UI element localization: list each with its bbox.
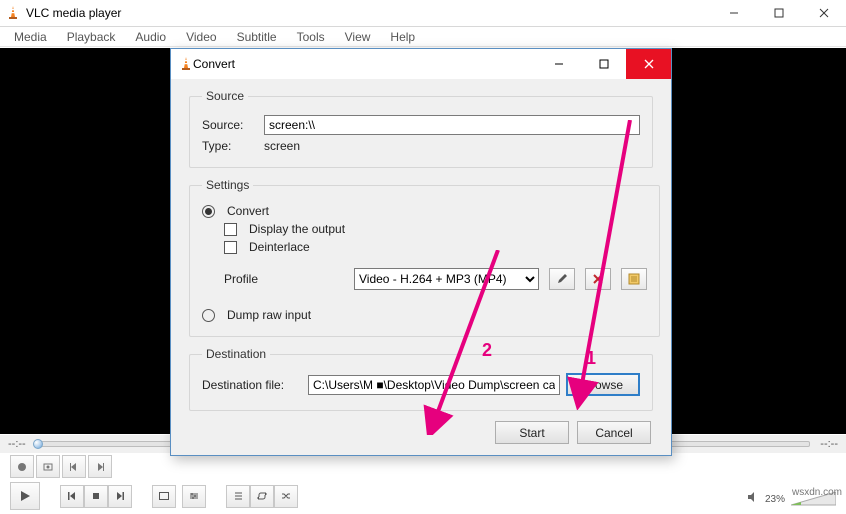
frame-back-button[interactable] <box>62 455 86 478</box>
deinterlace-checkbox[interactable] <box>224 241 237 254</box>
destination-file-input[interactable] <box>308 375 560 395</box>
menubar: Media Playback Audio Video Subtitle Tool… <box>0 27 846 47</box>
profile-label: Profile <box>224 272 344 286</box>
new-profile-button[interactable] <box>621 268 647 290</box>
destination-file-label: Destination file: <box>202 378 302 392</box>
snapshot-button[interactable] <box>36 455 60 478</box>
delete-profile-button[interactable] <box>585 268 611 290</box>
volume-percent: 23% <box>765 494 785 505</box>
display-output-label: Display the output <box>249 222 345 236</box>
time-total: --:-- <box>820 438 838 450</box>
start-button[interactable]: Start <box>495 421 569 444</box>
stop-button[interactable] <box>84 485 108 508</box>
dump-radio-label: Dump raw input <box>227 308 311 322</box>
main-maximize-button[interactable] <box>756 0 801 27</box>
cancel-button[interactable]: Cancel <box>577 421 651 444</box>
edit-profile-button[interactable] <box>549 268 575 290</box>
destination-legend: Destination <box>202 347 270 361</box>
menu-tools[interactable]: Tools <box>287 28 335 46</box>
main-minimize-button[interactable] <box>711 0 756 27</box>
type-value: screen <box>264 139 300 153</box>
menu-subtitle[interactable]: Subtitle <box>227 28 287 46</box>
dump-radio[interactable] <box>202 309 215 322</box>
loop-button[interactable] <box>250 485 274 508</box>
prev-button[interactable] <box>60 485 84 508</box>
convert-radio-label: Convert <box>227 204 269 218</box>
speaker-icon[interactable] <box>747 490 759 508</box>
dialog-titlebar[interactable]: Convert <box>171 49 671 79</box>
type-label: Type: <box>202 139 258 153</box>
menu-video[interactable]: Video <box>176 28 226 46</box>
destination-group: Destination Destination file: Browse <box>189 347 653 411</box>
source-label: Source: <box>202 118 258 132</box>
profile-select[interactable]: Video - H.264 + MP3 (MP4) <box>354 268 539 290</box>
display-output-checkbox[interactable] <box>224 223 237 236</box>
fullscreen-button[interactable] <box>152 485 176 508</box>
menu-audio[interactable]: Audio <box>125 28 176 46</box>
menu-playback[interactable]: Playback <box>57 28 126 46</box>
watermark: wsxdn.com <box>792 487 842 498</box>
time-elapsed: --:-- <box>8 438 26 450</box>
play-button[interactable] <box>10 482 40 510</box>
vlc-cone-icon <box>6 5 20 21</box>
playback-toolbar <box>10 482 298 510</box>
settings-group: Settings Convert Display the output Dein… <box>189 178 660 337</box>
source-group: Source Source: Type: screen <box>189 89 653 168</box>
dialog-maximize-button[interactable] <box>581 49 626 79</box>
source-legend: Source <box>202 89 248 103</box>
record-toolbar <box>10 455 112 478</box>
record-button[interactable] <box>10 455 34 478</box>
menu-media[interactable]: Media <box>4 28 57 46</box>
ext-settings-button[interactable] <box>182 485 206 508</box>
seek-knob[interactable] <box>33 439 43 449</box>
settings-legend: Settings <box>202 178 253 192</box>
main-window-titlebar: VLC media player <box>0 0 846 27</box>
playlist-button[interactable] <box>226 485 250 508</box>
convert-radio[interactable] <box>202 205 215 218</box>
deinterlace-label: Deinterlace <box>249 240 310 254</box>
source-input[interactable] <box>264 115 640 135</box>
dialog-title: Convert <box>193 57 536 71</box>
main-close-button[interactable] <box>801 0 846 27</box>
next-button[interactable] <box>108 485 132 508</box>
main-window-title: VLC media player <box>26 6 711 20</box>
dialog-close-button[interactable] <box>626 49 671 79</box>
convert-dialog: Convert Source Source: Type: screen Sett… <box>170 48 672 456</box>
frame-fwd-button[interactable] <box>88 455 112 478</box>
browse-button[interactable]: Browse <box>566 373 640 396</box>
menu-help[interactable]: Help <box>380 28 425 46</box>
shuffle-button[interactable] <box>274 485 298 508</box>
vlc-cone-icon <box>179 56 193 72</box>
menu-view[interactable]: View <box>335 28 381 46</box>
dialog-minimize-button[interactable] <box>536 49 581 79</box>
